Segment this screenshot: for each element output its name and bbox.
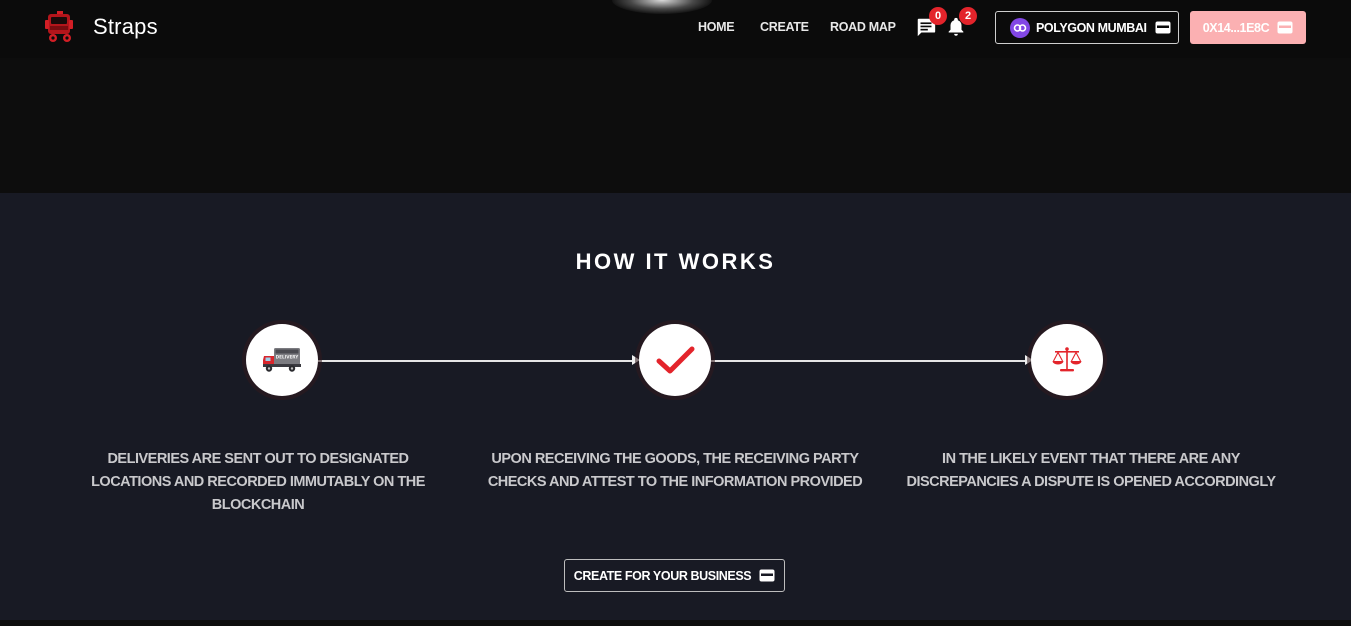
nav-home-link[interactable]: HOME [698,20,735,34]
polygon-icon [1010,17,1030,38]
step-connector [711,360,1027,362]
account-address: 0X14...1E8C [1202,20,1270,35]
notifications-count-badge: 2 [959,7,977,25]
nav-roadmap-link[interactable]: ROAD MAP [830,20,896,34]
truck-delivery-label: DELIVERY [276,355,300,360]
step-3-description: IN THE LIKELY EVENT THAT THERE ARE ANY D… [906,451,1276,490]
notifications-button[interactable]: 2 [945,7,977,40]
network-switch-button[interactable]: POLYGON MUMBAI [995,11,1179,44]
step-1-description: DELIVERIES ARE SENT OUT TO DESIGNATED LO… [91,451,425,513]
wallet-icon [1155,21,1171,34]
create-for-business-button[interactable]: CREATE FOR YOUR BUSINESS [564,559,785,592]
truck-logo-icon[interactable] [42,10,80,46]
wallet-icon [1277,21,1293,34]
network-label: POLYGON MUMBAI [1036,20,1147,35]
step-3-circle [1031,324,1103,396]
step-2-description: UPON RECEIVING THE GOODS, THE RECEIVING … [487,451,863,490]
wallet-icon [759,569,775,582]
delivery-truck-icon: DELIVERY [263,348,301,372]
nav-create-link[interactable]: CREATE [760,20,809,34]
checkmark-icon [656,346,695,374]
footer-edge [0,620,1351,626]
step-connector [318,360,634,362]
step-2-circle [639,324,711,396]
header-glow [612,0,712,14]
account-button[interactable]: 0X14...1E8C [1190,11,1306,44]
section-title: HOW IT WORKS [575,249,776,274]
hero-section [0,58,1351,193]
messages-button[interactable]: 0 [915,7,947,40]
scales-icon [1052,347,1082,372]
brand-name[interactable]: Straps [93,14,158,40]
top-navbar: Straps HOME CREATE ROAD MAP 0 2 POLYGON … [0,0,1351,58]
cta-label: CREATE FOR YOUR BUSINESS [573,568,752,583]
how-it-works-section: HOW IT WORKS DELIVERY DELIVERIES ARE SEN… [0,193,1351,620]
step-1-circle: DELIVERY [246,324,318,396]
